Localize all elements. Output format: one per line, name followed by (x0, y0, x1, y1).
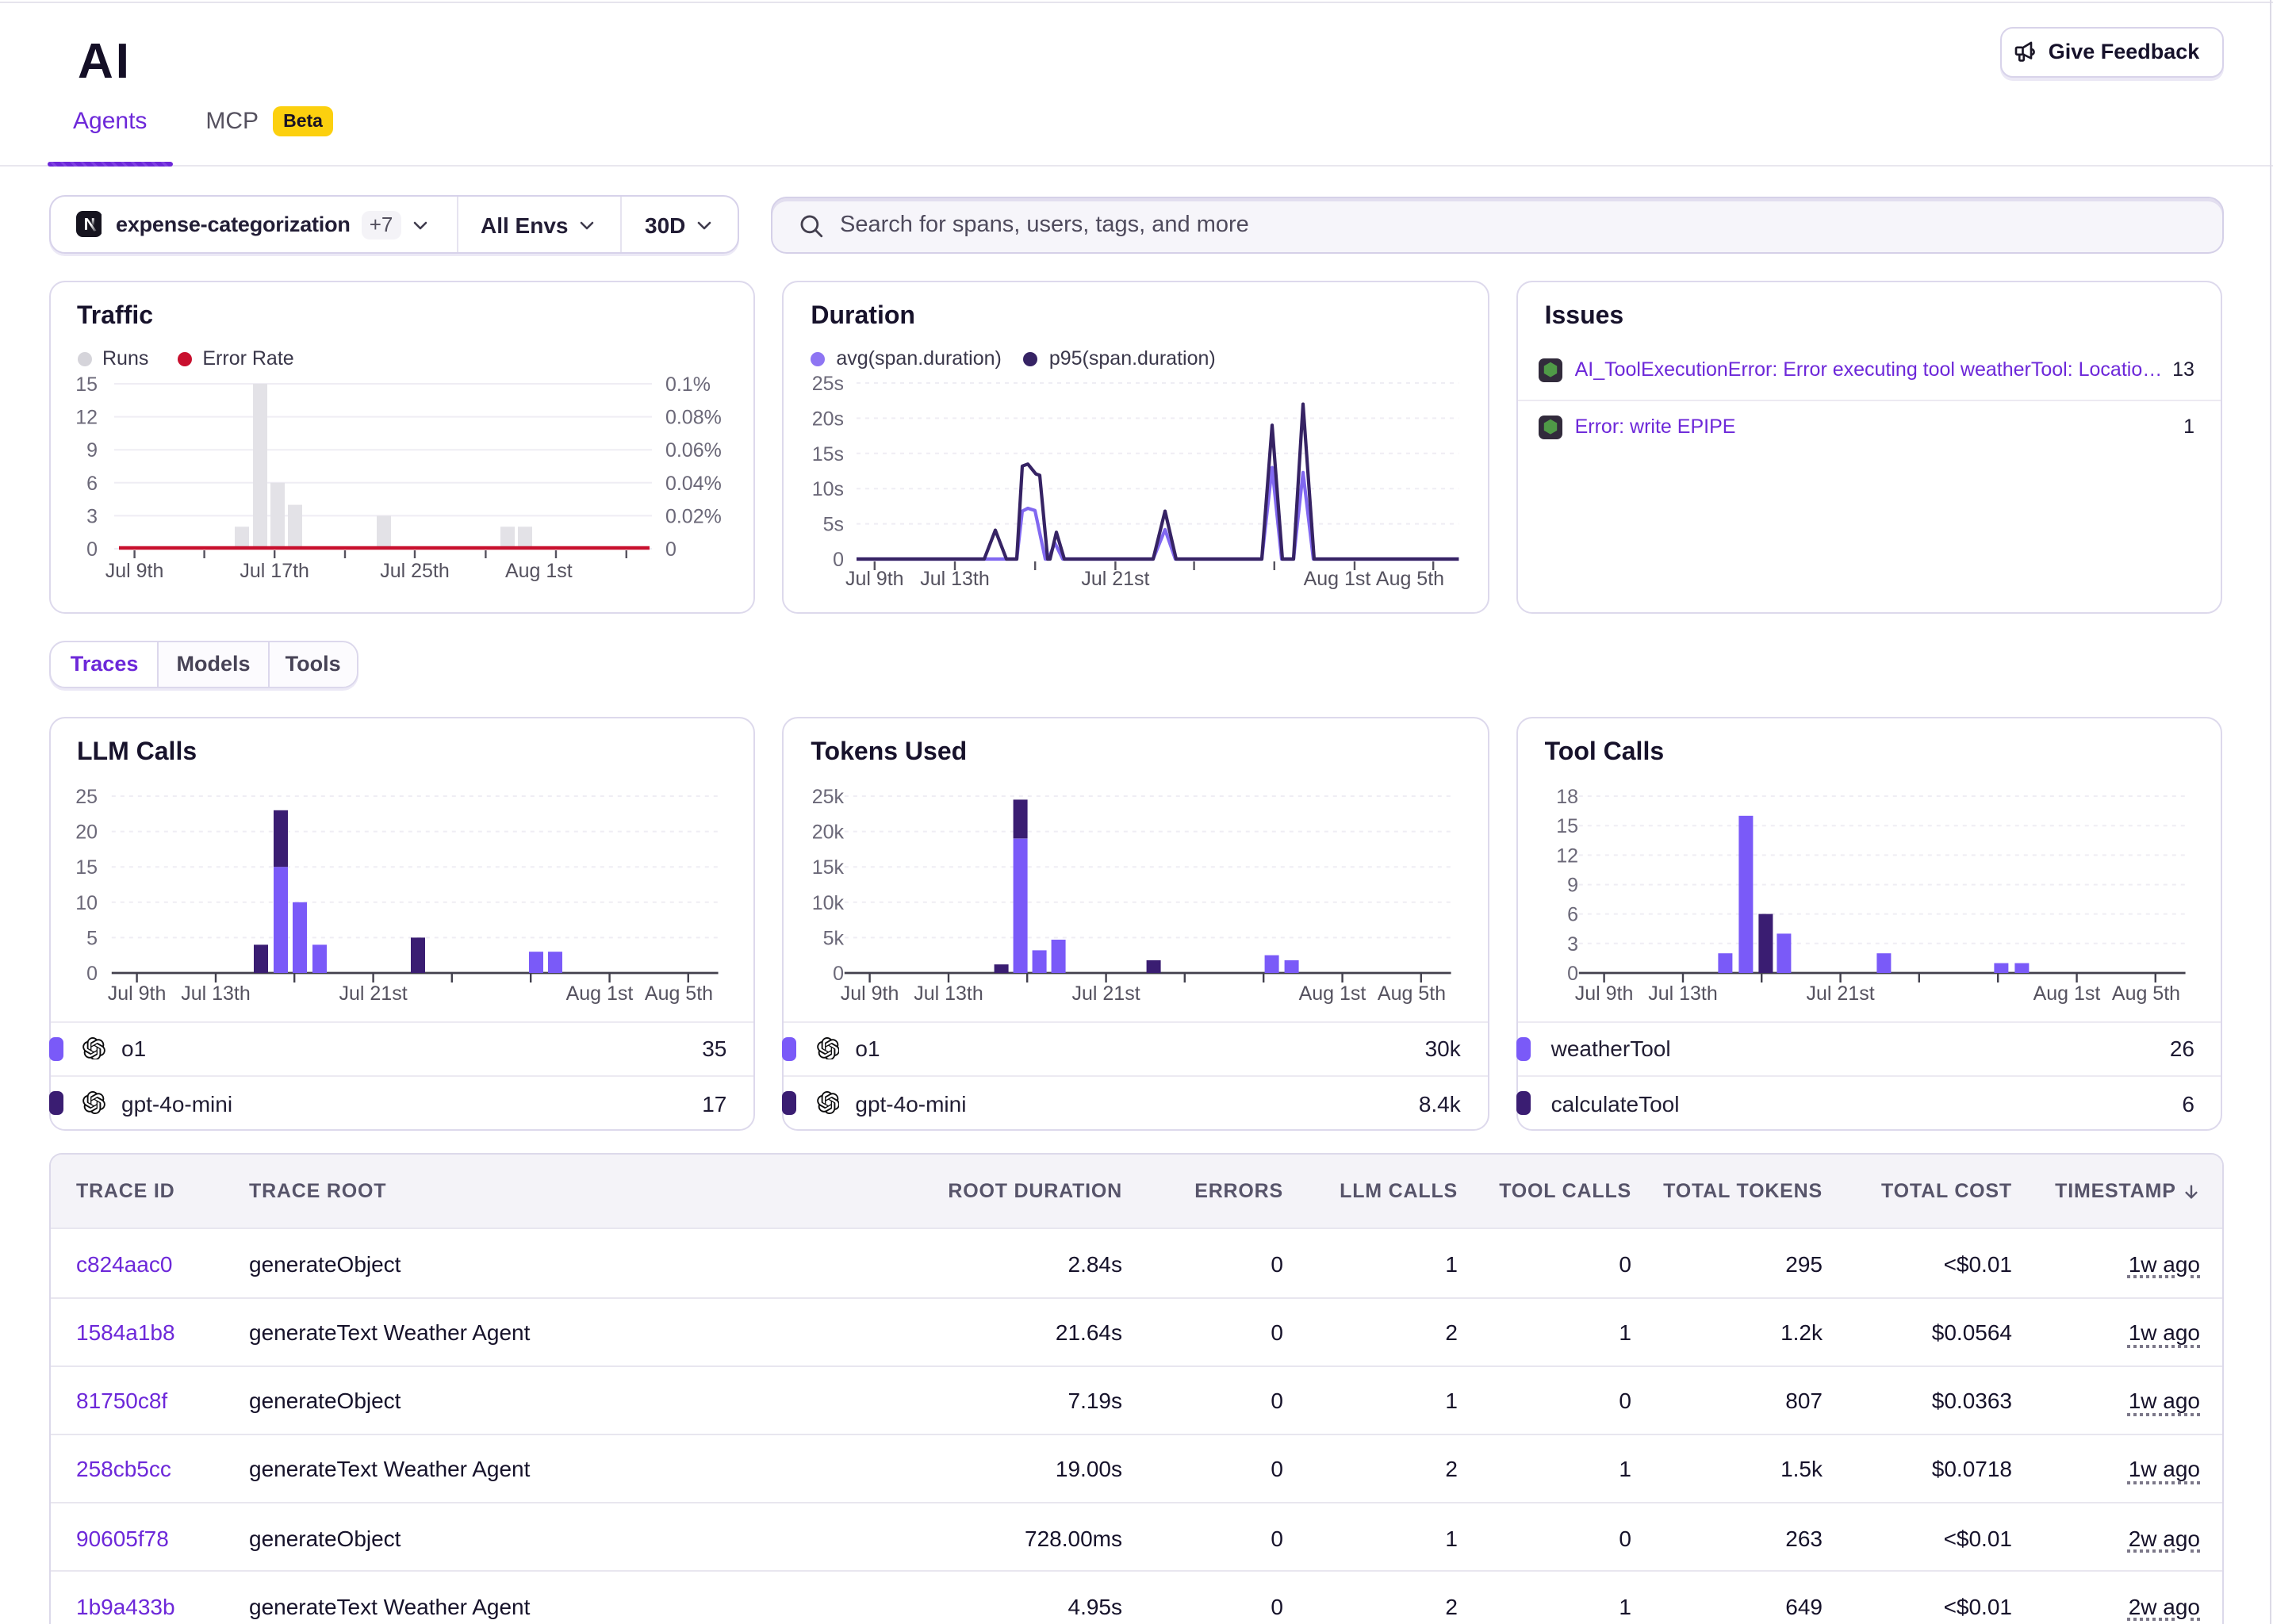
svg-text:0.1%: 0.1% (665, 373, 710, 396)
svg-text:20: 20 (75, 822, 97, 844)
svg-text:18: 18 (1556, 786, 1578, 808)
svg-text:15: 15 (1556, 815, 1578, 837)
svg-text:10k: 10k (812, 892, 845, 914)
svg-text:Aug 5th: Aug 5th (1378, 982, 1446, 1005)
svg-text:6: 6 (86, 473, 97, 495)
svg-text:Jul 13th: Jul 13th (180, 982, 250, 1005)
svg-text:5s: 5s (823, 514, 844, 536)
svg-text:15: 15 (75, 373, 97, 396)
svg-text:25k: 25k (812, 786, 845, 808)
svg-text:Jul 21st: Jul 21st (339, 982, 407, 1005)
svg-text:0: 0 (665, 538, 676, 561)
svg-text:10: 10 (75, 892, 97, 914)
svg-text:9: 9 (86, 439, 97, 462)
svg-text:Aug 1st: Aug 1st (1299, 982, 1366, 1005)
svg-text:Jul 13th: Jul 13th (914, 982, 984, 1005)
svg-text:5k: 5k (823, 927, 845, 949)
svg-text:Jul 13th: Jul 13th (921, 568, 991, 590)
svg-text:9: 9 (1567, 875, 1578, 897)
svg-text:Jul 21st: Jul 21st (1806, 982, 1874, 1005)
svg-text:Jul 21st: Jul 21st (1072, 982, 1140, 1005)
svg-text:Jul 21st: Jul 21st (1082, 568, 1150, 590)
svg-text:Jul 9th: Jul 9th (1574, 982, 1633, 1005)
svg-text:0.04%: 0.04% (665, 473, 721, 495)
svg-text:0: 0 (86, 963, 97, 985)
svg-text:0.08%: 0.08% (665, 407, 721, 429)
svg-text:0: 0 (1567, 963, 1578, 985)
svg-text:Aug 5th: Aug 5th (2112, 982, 2180, 1005)
svg-text:Aug 1st: Aug 1st (504, 560, 572, 582)
svg-text:Jul 9th: Jul 9th (845, 568, 904, 590)
svg-text:Aug 1st: Aug 1st (565, 982, 633, 1005)
svg-text:Jul 9th: Jul 9th (105, 560, 163, 582)
svg-text:0.02%: 0.02% (665, 505, 721, 527)
svg-text:0.06%: 0.06% (665, 439, 721, 462)
svg-text:15k: 15k (812, 856, 845, 879)
svg-text:5: 5 (86, 927, 97, 949)
svg-text:15s: 15s (812, 443, 844, 465)
svg-text:15: 15 (75, 856, 97, 879)
svg-text:12: 12 (1556, 845, 1578, 867)
svg-text:Jul 9th: Jul 9th (107, 982, 166, 1005)
svg-text:10s: 10s (812, 478, 844, 500)
svg-text:Aug 1st: Aug 1st (1304, 568, 1371, 590)
svg-text:0: 0 (86, 538, 97, 561)
svg-text:Jul 13th: Jul 13th (1648, 982, 1718, 1005)
svg-text:20s: 20s (812, 408, 844, 430)
svg-text:Jul 17th: Jul 17th (239, 560, 309, 582)
svg-text:0: 0 (833, 963, 844, 985)
svg-text:Jul 9th: Jul 9th (841, 982, 899, 1005)
svg-text:Aug 5th: Aug 5th (644, 982, 712, 1005)
svg-text:Jul 25th: Jul 25th (379, 560, 449, 582)
svg-text:0: 0 (833, 549, 844, 571)
svg-text:3: 3 (86, 505, 97, 527)
svg-text:25: 25 (75, 786, 97, 808)
svg-text:25s: 25s (812, 373, 844, 395)
svg-text:Aug 5th: Aug 5th (1376, 568, 1444, 590)
svg-text:12: 12 (75, 407, 97, 429)
svg-text:6: 6 (1567, 904, 1578, 926)
svg-text:3: 3 (1567, 933, 1578, 956)
svg-text:20k: 20k (812, 822, 845, 844)
svg-text:Aug 1st: Aug 1st (2033, 982, 2100, 1005)
